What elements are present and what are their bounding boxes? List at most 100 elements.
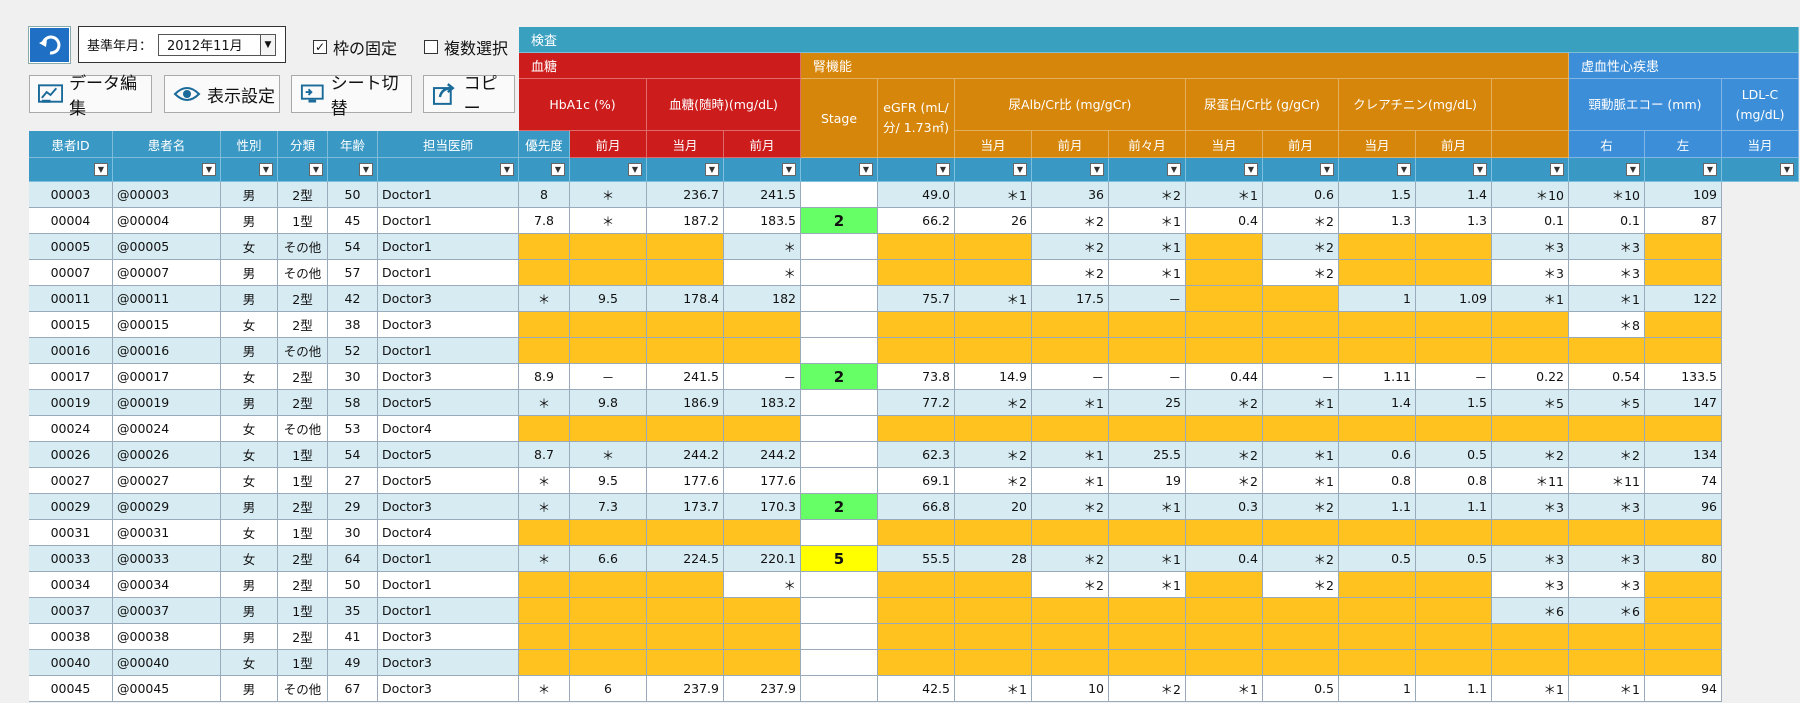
cell-patient-id[interactable]: 00033 xyxy=(29,546,113,572)
data-cell[interactable] xyxy=(519,260,570,286)
data-cell[interactable]: 66.8 xyxy=(878,494,955,520)
cell-sex[interactable]: 男 xyxy=(221,676,278,702)
data-cell[interactable]: 80 xyxy=(1645,546,1722,572)
cell-age[interactable]: 45 xyxy=(328,208,378,234)
data-cell[interactable] xyxy=(1339,338,1416,364)
data-cell[interactable]: ＊2 xyxy=(1109,676,1186,702)
cell-age[interactable]: 35 xyxy=(328,598,378,624)
data-cell[interactable] xyxy=(724,312,801,338)
cell-patient-name[interactable]: @00017 xyxy=(113,364,221,390)
data-cell[interactable]: 0.1 xyxy=(1492,208,1569,234)
filter-dropdown-icon[interactable]: ▼ xyxy=(1013,163,1027,176)
data-cell[interactable] xyxy=(955,598,1032,624)
data-cell[interactable] xyxy=(1263,286,1339,312)
data-cell[interactable] xyxy=(519,338,570,364)
cell-patient-id[interactable]: 00034 xyxy=(29,572,113,598)
data-cell[interactable]: 87 xyxy=(1645,208,1722,234)
data-cell[interactable] xyxy=(1109,520,1186,546)
data-cell[interactable] xyxy=(519,416,570,442)
data-cell[interactable] xyxy=(1645,572,1722,598)
cell-sex[interactable]: 男 xyxy=(221,182,278,208)
data-cell[interactable] xyxy=(1492,650,1569,676)
filter-dropdown-icon[interactable]: ▼ xyxy=(1473,163,1487,176)
cell-patient-id[interactable]: 00003 xyxy=(29,182,113,208)
data-cell[interactable] xyxy=(570,624,647,650)
data-cell[interactable]: ＊1 xyxy=(1263,390,1339,416)
data-cell[interactable] xyxy=(878,520,955,546)
data-cell[interactable] xyxy=(1032,598,1109,624)
data-cell[interactable]: 0.6 xyxy=(1339,442,1416,468)
cell-age[interactable]: 52 xyxy=(328,338,378,364)
data-cell[interactable]: ＊3 xyxy=(1569,494,1645,520)
cell-age[interactable]: 58 xyxy=(328,390,378,416)
data-cell[interactable] xyxy=(1186,520,1263,546)
data-cell[interactable] xyxy=(878,260,955,286)
data-cell[interactable]: 1.11 xyxy=(1339,364,1416,390)
display-settings-button[interactable]: 表示設定 xyxy=(164,75,280,113)
data-cell[interactable] xyxy=(1032,416,1109,442)
data-cell[interactable] xyxy=(1032,624,1109,650)
cell-age[interactable]: 54 xyxy=(328,234,378,260)
data-cell[interactable]: 0.5 xyxy=(1416,442,1492,468)
filter-dropdown-icon[interactable]: ▼ xyxy=(359,163,373,176)
cell-sex[interactable]: 男 xyxy=(221,338,278,364)
data-cell[interactable] xyxy=(1645,312,1722,338)
cell-type[interactable]: 2型 xyxy=(278,182,328,208)
data-cell[interactable] xyxy=(1109,598,1186,624)
data-cell[interactable] xyxy=(1032,650,1109,676)
filter-dropdown-icon[interactable]: ▼ xyxy=(628,163,642,176)
cell-sex[interactable]: 男 xyxy=(221,598,278,624)
cell-sex[interactable]: 女 xyxy=(221,312,278,338)
data-cell[interactable] xyxy=(878,624,955,650)
data-cell[interactable] xyxy=(519,650,570,676)
cell-patient-name[interactable]: @00004 xyxy=(113,208,221,234)
data-cell[interactable] xyxy=(1492,624,1569,650)
cell-type[interactable]: 2型 xyxy=(278,624,328,650)
data-cell[interactable] xyxy=(1492,312,1569,338)
data-cell[interactable]: ＊ xyxy=(724,234,801,260)
dropdown-arrow-icon[interactable]: ▼ xyxy=(260,34,276,55)
cell-age[interactable]: 29 xyxy=(328,494,378,520)
data-cell[interactable]: 244.2 xyxy=(647,442,724,468)
cell-patient-id[interactable]: 00005 xyxy=(29,234,113,260)
filter-dropdown-icon[interactable]: ▼ xyxy=(309,163,323,176)
data-cell[interactable]: － xyxy=(1109,364,1186,390)
filter-dropdown-icon[interactable]: ▼ xyxy=(782,163,796,176)
data-cell[interactable]: 237.9 xyxy=(647,676,724,702)
multi-select-checkbox[interactable]: 複数選択 xyxy=(424,35,508,59)
data-cell[interactable] xyxy=(1109,338,1186,364)
data-cell[interactable] xyxy=(570,260,647,286)
data-cell[interactable]: ＊2 xyxy=(1263,572,1339,598)
data-cell[interactable] xyxy=(1416,312,1492,338)
data-cell[interactable]: ＊1 xyxy=(1569,286,1645,312)
data-cell[interactable]: 6.6 xyxy=(570,546,647,572)
data-cell[interactable]: ＊3 xyxy=(1569,260,1645,286)
data-cell[interactable]: 6 xyxy=(570,676,647,702)
data-cell[interactable] xyxy=(1186,260,1263,286)
cell-type[interactable]: その他 xyxy=(278,260,328,286)
data-cell[interactable]: ＊2 xyxy=(1032,546,1109,572)
data-cell[interactable]: 5 xyxy=(801,546,878,572)
filter-dropdown-icon[interactable]: ▼ xyxy=(859,163,873,176)
data-cell[interactable]: ＊11 xyxy=(1569,468,1645,494)
data-cell[interactable]: ＊1 xyxy=(955,286,1032,312)
filter-dropdown-icon[interactable]: ▼ xyxy=(705,163,719,176)
data-cell[interactable]: ＊ xyxy=(724,260,801,286)
data-cell[interactable]: 170.3 xyxy=(724,494,801,520)
data-cell[interactable]: ＊1 xyxy=(1263,468,1339,494)
filter-dropdown-icon[interactable]: ▼ xyxy=(551,163,565,176)
data-cell[interactable]: ＊6 xyxy=(1492,598,1569,624)
data-cell[interactable]: 1.1 xyxy=(1339,494,1416,520)
data-cell[interactable] xyxy=(801,338,878,364)
cell-doctor[interactable]: Doctor3 xyxy=(378,494,519,520)
cell-patient-id[interactable]: 00011 xyxy=(29,286,113,312)
data-cell[interactable]: 1.3 xyxy=(1416,208,1492,234)
cell-type[interactable]: 1型 xyxy=(278,468,328,494)
cell-patient-name[interactable]: @00024 xyxy=(113,416,221,442)
data-cell[interactable] xyxy=(1263,650,1339,676)
data-cell[interactable]: ＊1 xyxy=(1109,546,1186,572)
data-cell[interactable] xyxy=(1416,520,1492,546)
data-cell[interactable] xyxy=(1339,416,1416,442)
cell-sex[interactable]: 男 xyxy=(221,286,278,312)
filter-dropdown-icon[interactable]: ▼ xyxy=(500,163,514,176)
